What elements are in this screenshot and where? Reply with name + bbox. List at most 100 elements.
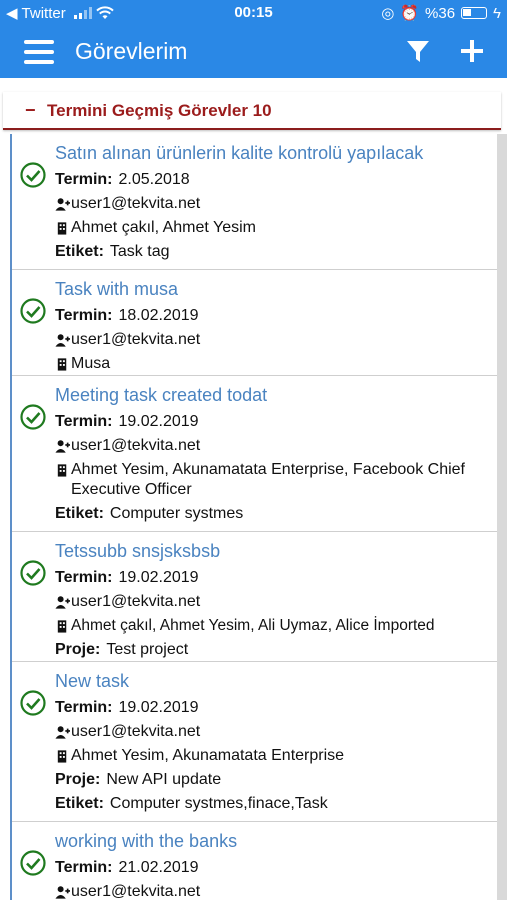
- task-content: Satın alınan ürünlerin kalite kontrolü y…: [55, 142, 495, 264]
- task-content: Meeting task created todat Termin: 19.02.…: [55, 384, 495, 526]
- tag-value: Task tag: [109, 243, 170, 260]
- scrollbar[interactable]: [497, 134, 507, 900]
- completed-check-icon[interactable]: [20, 560, 46, 586]
- assignees-row: Musa: [55, 352, 495, 376]
- person-add-icon: [55, 440, 70, 453]
- tag-row: Etiket: Computer systmes,finace,Task: [55, 792, 495, 816]
- owner-email: user1@tekvita.net: [71, 723, 201, 740]
- due-label: Termin:: [55, 699, 113, 716]
- person-add-icon: [55, 334, 70, 347]
- tag-row: Etiket: Computer systmes: [55, 502, 495, 526]
- filter-icon[interactable]: [406, 40, 430, 64]
- task-title[interactable]: working with the banks: [55, 830, 495, 852]
- task-item[interactable]: New task Termin: 19.02.2019 user1@tekvita…: [12, 662, 497, 822]
- task-list[interactable]: − Termini Geçmiş Görevler 10 Satın alına…: [0, 78, 507, 900]
- assignees-row: Ahmet çakıl, Ahmet Yesim: [55, 216, 495, 240]
- tag-value: Computer systmes: [109, 505, 244, 522]
- due-row: Termin: 18.02.2019: [55, 304, 495, 328]
- menu-icon[interactable]: [24, 40, 54, 64]
- due-label: Termin:: [55, 569, 113, 586]
- completed-check-icon[interactable]: [20, 690, 46, 716]
- owner-row: user1@tekvita.net: [55, 720, 495, 744]
- task-item[interactable]: Tetssubb snsjsksbsb Termin: 19.02.2019 us…: [12, 532, 497, 662]
- owner-email: user1@tekvita.net: [71, 437, 201, 454]
- person-add-icon: [55, 596, 70, 609]
- task-content: Task with musa Termin: 18.02.2019 user1@t…: [55, 278, 495, 376]
- charging-icon: ϟ: [493, 4, 501, 22]
- assignees: Ahmet çakıl, Ahmet Yesim, Ali Uymaz, Ali…: [71, 617, 435, 634]
- task-item[interactable]: Meeting task created todat Termin: 19.02.…: [12, 376, 497, 532]
- due-date: 21.02.2019: [118, 859, 199, 876]
- battery-percent: %36: [425, 4, 456, 22]
- status-bar: ◀ Twitter 00:15 ◎ ⏰ %36 ϟ: [0, 0, 507, 26]
- tag-row: Etiket: Task tag: [55, 240, 495, 264]
- tag-value: Computer systmes,finace,Task: [109, 795, 328, 812]
- section-title: Termini Geçmiş Görevler 10: [47, 101, 272, 120]
- orientation-lock-icon: ◎: [381, 5, 395, 22]
- due-label: Termin:: [55, 859, 113, 876]
- alarm-icon: ⏰: [400, 5, 420, 22]
- due-label: Termin:: [55, 413, 113, 430]
- task-title[interactable]: Satın alınan ürünlerin kalite kontrolü y…: [55, 142, 495, 164]
- due-date: 19.02.2019: [118, 413, 199, 430]
- battery-icon: [461, 7, 488, 19]
- section-header[interactable]: − Termini Geçmiş Görevler 10: [3, 92, 501, 130]
- add-icon[interactable]: [460, 39, 484, 63]
- due-label: Termin:: [55, 171, 113, 188]
- project-label: Proje:: [55, 771, 101, 788]
- assignees: Ahmet Yesim, Akunamatata Enterprise: [71, 747, 345, 764]
- due-date: 19.02.2019: [118, 699, 199, 716]
- building-icon: [57, 750, 67, 763]
- due-date: 19.02.2019: [118, 569, 199, 586]
- project-value: Test project: [106, 641, 189, 658]
- task-title[interactable]: Meeting task created todat: [55, 384, 495, 406]
- assignees-row: Ahmet çakıl, Ahmet Yesim, Ali Uymaz, Ali…: [55, 614, 495, 638]
- task-content: Tetssubb snsjsksbsb Termin: 19.02.2019 us…: [55, 540, 495, 662]
- task-item[interactable]: Task with musa Termin: 18.02.2019 user1@t…: [12, 270, 497, 376]
- status-right: ◎ ⏰ %36 ϟ: [381, 4, 501, 23]
- completed-check-icon[interactable]: [20, 850, 46, 876]
- task-content: working with the banks Termin: 21.02.2019…: [55, 830, 495, 900]
- tag-label: Etiket:: [55, 243, 104, 260]
- assignees-row: Ahmet Yesim, Akunamatata Enterprise: [55, 744, 495, 768]
- due-date: 2.05.2018: [118, 171, 190, 188]
- project-value: New API update: [106, 771, 222, 788]
- due-label: Termin:: [55, 307, 113, 324]
- owner-email: user1@tekvita.net: [71, 195, 201, 212]
- building-icon: [57, 222, 67, 235]
- app-bar: Görevlerim: [0, 26, 507, 78]
- due-row: Termin: 19.02.2019: [55, 410, 495, 434]
- building-icon: [57, 620, 67, 633]
- assignees: Ahmet Yesim, Akunamatata Enterprise, Fac…: [71, 461, 465, 498]
- task-title[interactable]: New task: [55, 670, 495, 692]
- tag-label: Etiket:: [55, 795, 104, 812]
- task-title[interactable]: Tetssubb snsjsksbsb: [55, 540, 495, 562]
- task-item[interactable]: Satın alınan ürünlerin kalite kontrolü y…: [12, 134, 497, 270]
- project-row: Proje: New API update: [55, 768, 495, 792]
- owner-email: user1@tekvita.net: [71, 593, 201, 610]
- person-add-icon: [55, 726, 70, 739]
- collapse-icon[interactable]: −: [25, 100, 36, 121]
- assignees: Musa: [71, 355, 111, 372]
- owner-row: user1@tekvita.net: [55, 880, 495, 900]
- due-row: Termin: 19.02.2019: [55, 696, 495, 720]
- building-icon: [57, 358, 67, 371]
- task-content: New task Termin: 19.02.2019 user1@tekvita…: [55, 670, 495, 816]
- completed-check-icon[interactable]: [20, 404, 46, 430]
- building-icon: [57, 464, 67, 477]
- owner-row: user1@tekvita.net: [55, 192, 495, 216]
- due-row: Termin: 21.02.2019: [55, 856, 495, 880]
- task-title[interactable]: Task with musa: [55, 278, 495, 300]
- page-title: Görevlerim: [75, 38, 188, 64]
- due-date: 18.02.2019: [118, 307, 199, 324]
- task-item[interactable]: working with the banks Termin: 21.02.2019…: [12, 822, 497, 900]
- assignees: Ahmet çakıl, Ahmet Yesim: [71, 219, 256, 236]
- owner-email: user1@tekvita.net: [71, 883, 201, 900]
- owner-email: user1@tekvita.net: [71, 331, 201, 348]
- owner-row: user1@tekvita.net: [55, 434, 495, 458]
- tag-label: Etiket:: [55, 505, 104, 522]
- person-add-icon: [55, 198, 70, 211]
- owner-row: user1@tekvita.net: [55, 328, 495, 352]
- completed-check-icon[interactable]: [20, 162, 46, 188]
- completed-check-icon[interactable]: [20, 298, 46, 324]
